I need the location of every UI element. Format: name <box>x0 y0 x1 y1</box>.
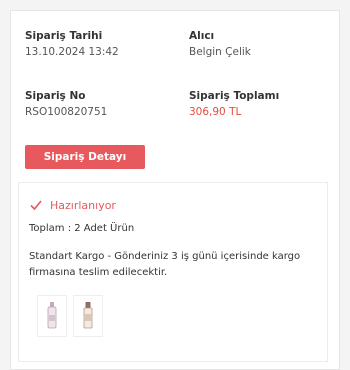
shipment-status: Hazırlanıyor <box>29 197 116 213</box>
bottle-icon <box>47 302 57 329</box>
order-details-button[interactable]: Sipariş Detayı <box>25 145 145 169</box>
product-thumbnails <box>37 295 103 337</box>
order-total: Sipariş Toplamı 306,90 TL <box>189 89 339 120</box>
order-date-label: Sipariş Tarihi <box>25 30 103 42</box>
recipient-label: Alıcı <box>189 30 215 42</box>
order-date-value: 13.10.2024 13:42 <box>25 46 119 58</box>
order-number: Sipariş No RSO100820751 <box>25 89 175 120</box>
product-thumbnail[interactable] <box>37 295 67 337</box>
order-total-value: 306,90 TL <box>189 106 242 118</box>
check-icon <box>30 200 42 211</box>
shipment-status-text: Hazırlanıyor <box>50 198 116 212</box>
order-number-label: Sipariş No <box>25 90 86 102</box>
shipment-box: Hazırlanıyor Toplam : 2 Adet Ürün Standa… <box>18 182 328 362</box>
item-count: Toplam : 2 Adet Ürün <box>29 223 135 234</box>
bottle-icon <box>83 302 93 329</box>
order-number-value: RSO100820751 <box>25 106 108 118</box>
product-thumbnail[interactable] <box>73 295 103 337</box>
cargo-info: Standart Kargo - Gönderiniz 3 iş günü iç… <box>29 251 301 278</box>
recipient: Alıcı Belgin Çelik <box>189 29 339 60</box>
order-total-label: Sipariş Toplamı <box>189 90 280 102</box>
order-date: Sipariş Tarihi 13.10.2024 13:42 <box>25 29 175 60</box>
recipient-value: Belgin Çelik <box>189 46 251 58</box>
